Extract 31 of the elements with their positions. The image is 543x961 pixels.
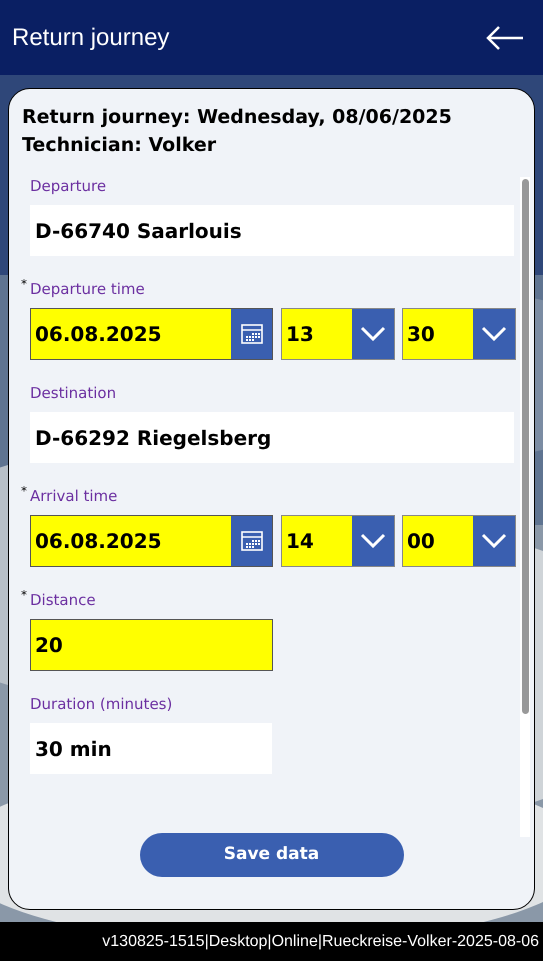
field-label: Destination [30,383,116,404]
dropdown[interactable]: 13 [281,308,395,360]
field-label: Arrival time [30,486,118,507]
status-text: v130825-1515|Desktop|Online|Rueckreise-Volker-2025-08-06 [102,932,539,952]
field-label: Departure time [30,279,145,300]
value-field: 30 min [30,723,272,774]
field-label: Departure [30,176,106,197]
dropdown[interactable]: 00 [402,515,516,567]
chevron-down-icon [360,326,386,342]
chevron-down-icon [481,326,507,342]
calendar-icon [240,531,262,551]
required-asterisk: * [21,589,27,601]
dropdown[interactable]: 14 [281,515,395,567]
chevron-down-icon [481,533,507,549]
card-heading: Return journey: Wednesday, 08/06/2025 Technician: Volker [21,105,453,158]
required-asterisk: * [21,485,27,497]
input-field[interactable]: 20 [30,619,273,671]
chevron-down-icon [360,533,386,549]
date-picker[interactable]: 06.08.2025 [30,308,273,360]
calendar-icon [240,324,262,344]
save-button[interactable]: Save data [140,833,404,877]
scrollbar[interactable] [520,177,530,837]
field-label: Distance [30,590,96,611]
text-field[interactable]: D-66292 Riegelsberg [30,412,514,463]
dropdown[interactable]: 30 [402,308,516,360]
required-asterisk: * [21,278,27,290]
field-label: Duration (minutes) [30,694,172,715]
back-arrow-icon[interactable] [486,26,524,50]
date-picker[interactable]: 06.08.2025 [30,515,273,567]
text-field[interactable]: D-66740 Saarlouis [30,205,514,256]
page-title: Return journey [12,22,170,52]
